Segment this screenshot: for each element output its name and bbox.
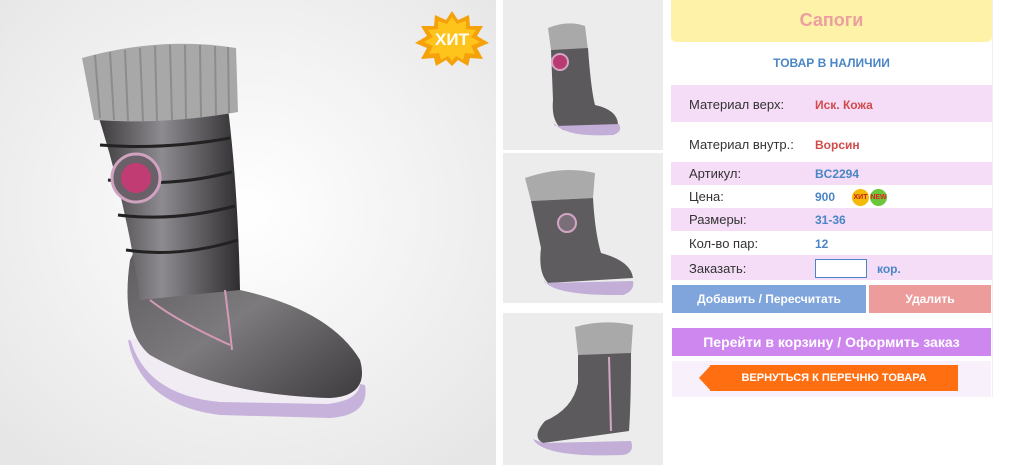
- thumbnail-1[interactable]: [503, 0, 663, 150]
- go-to-cart-button[interactable]: Перейти в корзину / Оформить заказ: [672, 328, 991, 356]
- boot-thumbnail-side-icon: [503, 153, 663, 303]
- boot-thumbnail-front-icon: [503, 0, 663, 150]
- order-label: Заказать:: [689, 261, 747, 276]
- delete-button[interactable]: Удалить: [869, 285, 991, 313]
- sizes-value: 31-36: [815, 213, 846, 227]
- price-hit-badge-icon: ХИТ: [852, 189, 869, 206]
- order-unit: кор.: [877, 262, 901, 276]
- boot-main-image: [0, 0, 496, 465]
- article-value: BC2294: [815, 167, 860, 181]
- back-to-list-button[interactable]: ВЕРНУТЬСЯ К ПЕРЕЧНЮ ТОВАРА: [710, 365, 958, 391]
- price-label: Цена:: [689, 189, 724, 204]
- availability-status: ТОВАР В НАЛИЧИИ: [773, 56, 890, 70]
- material-inner-label: Материал внутр.:: [689, 137, 794, 152]
- spec-row-pairs: Кол-во пар: 12: [671, 231, 992, 255]
- thumbnail-3[interactable]: [503, 313, 663, 465]
- spec-row-article: Артикул: BC2294: [671, 162, 992, 185]
- main-product-photo[interactable]: ХИТ: [0, 0, 496, 465]
- material-top-value: Иск. Кожа: [815, 98, 873, 112]
- price-value: 900: [815, 190, 836, 204]
- pairs-value: 12: [815, 237, 829, 251]
- article-label: Артикул:: [689, 166, 742, 181]
- product-title: Сапоги: [671, 0, 992, 42]
- pairs-label: Кол-во пар:: [689, 236, 759, 251]
- hit-star-badge-icon: ХИТ: [415, 11, 489, 66]
- price-new-badge-icon: NEW: [870, 189, 887, 206]
- spec-row-price: Цена: 900 ХИТ NEW: [671, 185, 992, 208]
- hit-badge-text: ХИТ: [435, 30, 470, 49]
- material-top-label: Материал верх:: [689, 97, 785, 112]
- spec-row-material-top: Материал верх: Иск. Кожа: [671, 85, 992, 122]
- boot-thumbnail-back-icon: [503, 313, 663, 465]
- product-info-panel: Сапоги ТОВАР В НАЛИЧИИ Материал верх: Ис…: [671, 0, 993, 397]
- sizes-label: Размеры:: [689, 212, 747, 227]
- thumbnail-2[interactable]: [503, 153, 663, 303]
- back-button-container: ВЕРНУТЬСЯ К ПЕРЕЧНЮ ТОВАРА: [672, 361, 991, 397]
- spec-row-material-inner: Материал внутр.: Ворсин: [671, 124, 992, 162]
- spec-row-sizes: Размеры: 31-36: [671, 208, 992, 231]
- add-recalculate-button[interactable]: Добавить / Пересчитать: [672, 285, 866, 313]
- material-inner-value: Ворсин: [815, 138, 860, 152]
- order-quantity-input[interactable]: [815, 259, 867, 278]
